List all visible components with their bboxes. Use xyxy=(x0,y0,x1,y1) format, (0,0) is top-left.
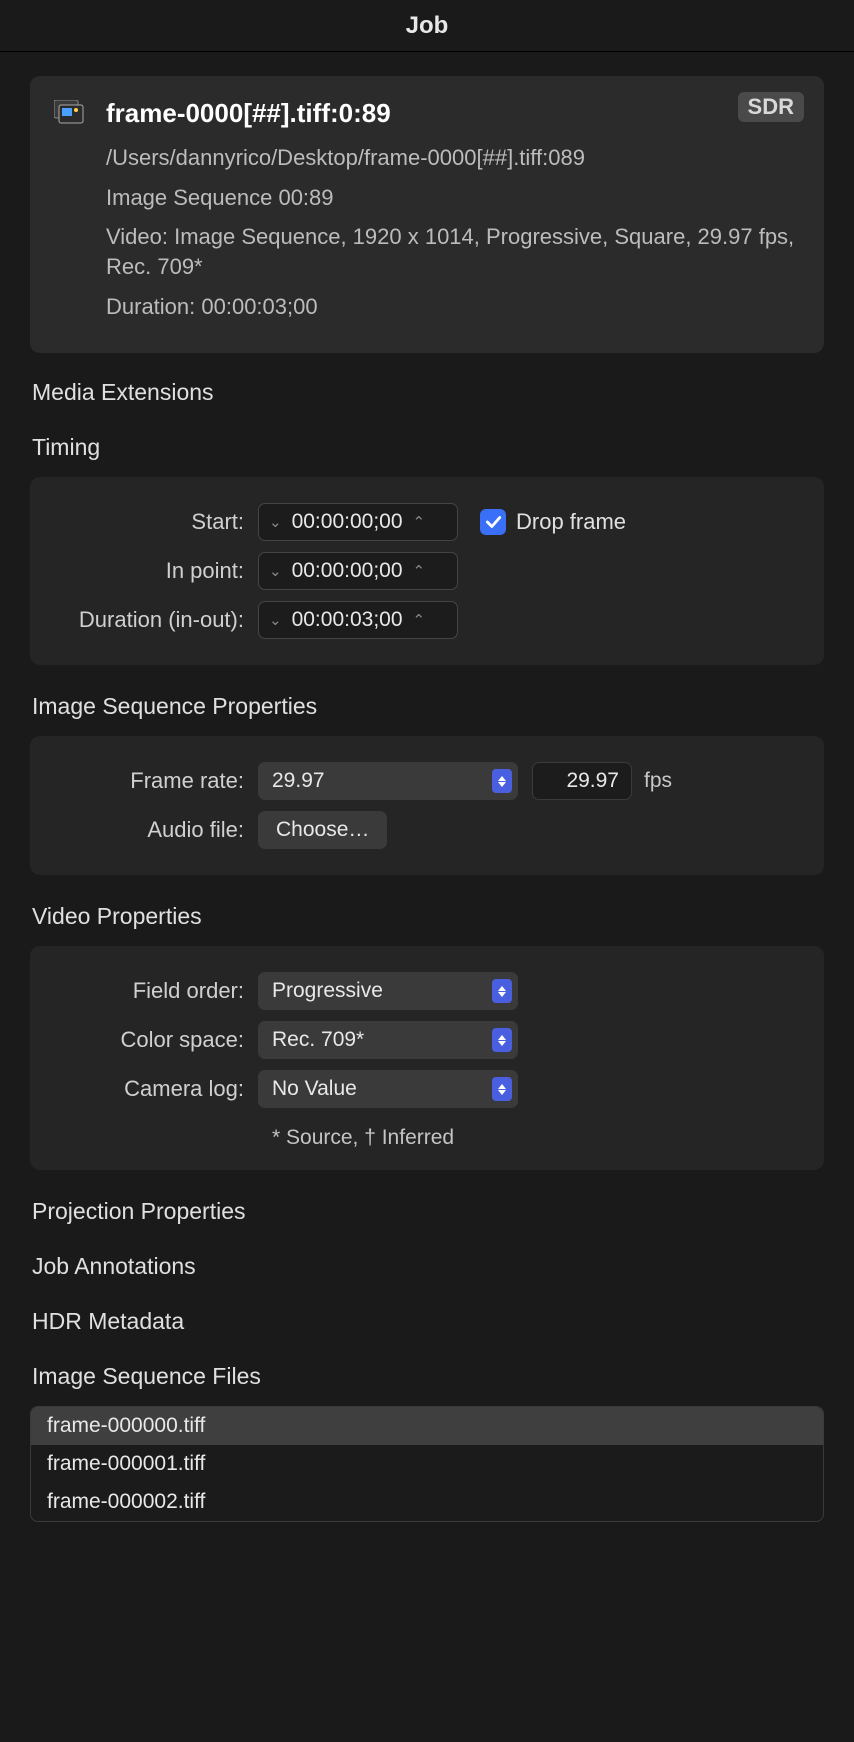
section-image-sequence-files[interactable]: Image Sequence Files xyxy=(32,1363,824,1390)
camera-log-label: Camera log: xyxy=(48,1076,258,1102)
chevron-down-icon[interactable]: ⌄ xyxy=(269,611,282,629)
video-props-panel: Field order: Progressive Color space: Re… xyxy=(30,946,824,1170)
updown-arrows-icon[interactable] xyxy=(492,1028,512,1052)
start-label: Start: xyxy=(48,509,258,535)
list-item[interactable]: frame-000002.tiff xyxy=(31,1483,823,1521)
list-item[interactable]: frame-000001.tiff xyxy=(31,1445,823,1483)
list-item[interactable]: frame-000000.tiff xyxy=(31,1407,823,1445)
section-projection-properties[interactable]: Projection Properties xyxy=(32,1198,824,1225)
frame-rate-input[interactable] xyxy=(532,762,632,800)
fps-unit: fps xyxy=(644,769,672,793)
camera-log-value: No Value xyxy=(272,1077,357,1101)
chevron-down-icon[interactable]: ⌄ xyxy=(269,562,282,580)
drop-frame-checkbox[interactable] xyxy=(480,509,506,535)
job-sequence: Image Sequence 00:89 xyxy=(106,183,800,213)
color-space-dropdown[interactable]: Rec. 709* xyxy=(258,1021,518,1059)
start-value[interactable]: 00:00:00;00 xyxy=(292,510,403,534)
job-video-info: Video: Image Sequence, 1920 x 1014, Prog… xyxy=(106,222,800,281)
drop-frame-label: Drop frame xyxy=(516,509,626,535)
section-video-properties[interactable]: Video Properties xyxy=(32,903,824,930)
job-filename: frame-0000[##].tiff:0:89 xyxy=(106,98,800,129)
panel-title: Job xyxy=(406,12,449,40)
image-stack-icon xyxy=(54,98,88,331)
image-seq-panel: Frame rate: 29.97 fps Audio file: Choose… xyxy=(30,736,824,875)
in-point-value[interactable]: 00:00:00;00 xyxy=(292,559,403,583)
sdr-badge: SDR xyxy=(738,92,804,122)
field-order-label: Field order: xyxy=(48,978,258,1004)
start-stepper[interactable]: ⌄ 00:00:00;00 ⌃ xyxy=(258,503,458,541)
video-props-footnote: * Source, † Inferred xyxy=(272,1118,806,1154)
section-image-sequence-properties[interactable]: Image Sequence Properties xyxy=(32,693,824,720)
job-info-card: frame-0000[##].tiff:0:89 /Users/dannyric… xyxy=(30,76,824,353)
title-bar: Job xyxy=(0,0,854,52)
choose-button[interactable]: Choose… xyxy=(258,811,387,849)
section-hdr-metadata[interactable]: HDR Metadata xyxy=(32,1308,824,1335)
chevron-up-icon[interactable]: ⌃ xyxy=(413,611,426,629)
duration-value[interactable]: 00:00:03;00 xyxy=(292,608,403,632)
in-point-stepper[interactable]: ⌄ 00:00:00;00 ⌃ xyxy=(258,552,458,590)
section-job-annotations[interactable]: Job Annotations xyxy=(32,1253,824,1280)
updown-arrows-icon[interactable] xyxy=(492,979,512,1003)
camera-log-dropdown[interactable]: No Value xyxy=(258,1070,518,1108)
duration-stepper[interactable]: ⌄ 00:00:03;00 ⌃ xyxy=(258,601,458,639)
frame-rate-dropdown[interactable]: 29.97 xyxy=(258,762,518,800)
chevron-up-icon[interactable]: ⌃ xyxy=(413,562,426,580)
section-timing[interactable]: Timing xyxy=(32,434,824,461)
duration-label: Duration (in-out): xyxy=(48,607,258,633)
chevron-up-icon[interactable]: ⌃ xyxy=(413,513,426,531)
updown-arrows-icon[interactable] xyxy=(492,769,512,793)
job-duration: Duration: 00:00:03;00 xyxy=(106,292,800,322)
field-order-dropdown[interactable]: Progressive xyxy=(258,972,518,1010)
job-path: /Users/dannyrico/Desktop/frame-0000[##].… xyxy=(106,143,800,173)
section-media-extensions[interactable]: Media Extensions xyxy=(32,379,824,406)
chevron-down-icon[interactable]: ⌄ xyxy=(269,513,282,531)
updown-arrows-icon[interactable] xyxy=(492,1077,512,1101)
frame-rate-label: Frame rate: xyxy=(48,768,258,794)
color-space-label: Color space: xyxy=(48,1027,258,1053)
timing-panel: Start: ⌄ 00:00:00;00 ⌃ Drop frame In poi… xyxy=(30,477,824,665)
field-order-value: Progressive xyxy=(272,979,383,1003)
audio-file-label: Audio file: xyxy=(48,817,258,843)
file-list[interactable]: frame-000000.tiff frame-000001.tiff fram… xyxy=(30,1406,824,1522)
choose-button-label: Choose… xyxy=(276,818,369,842)
in-point-label: In point: xyxy=(48,558,258,584)
color-space-value: Rec. 709* xyxy=(272,1028,364,1052)
frame-rate-select-value: 29.97 xyxy=(272,769,325,793)
